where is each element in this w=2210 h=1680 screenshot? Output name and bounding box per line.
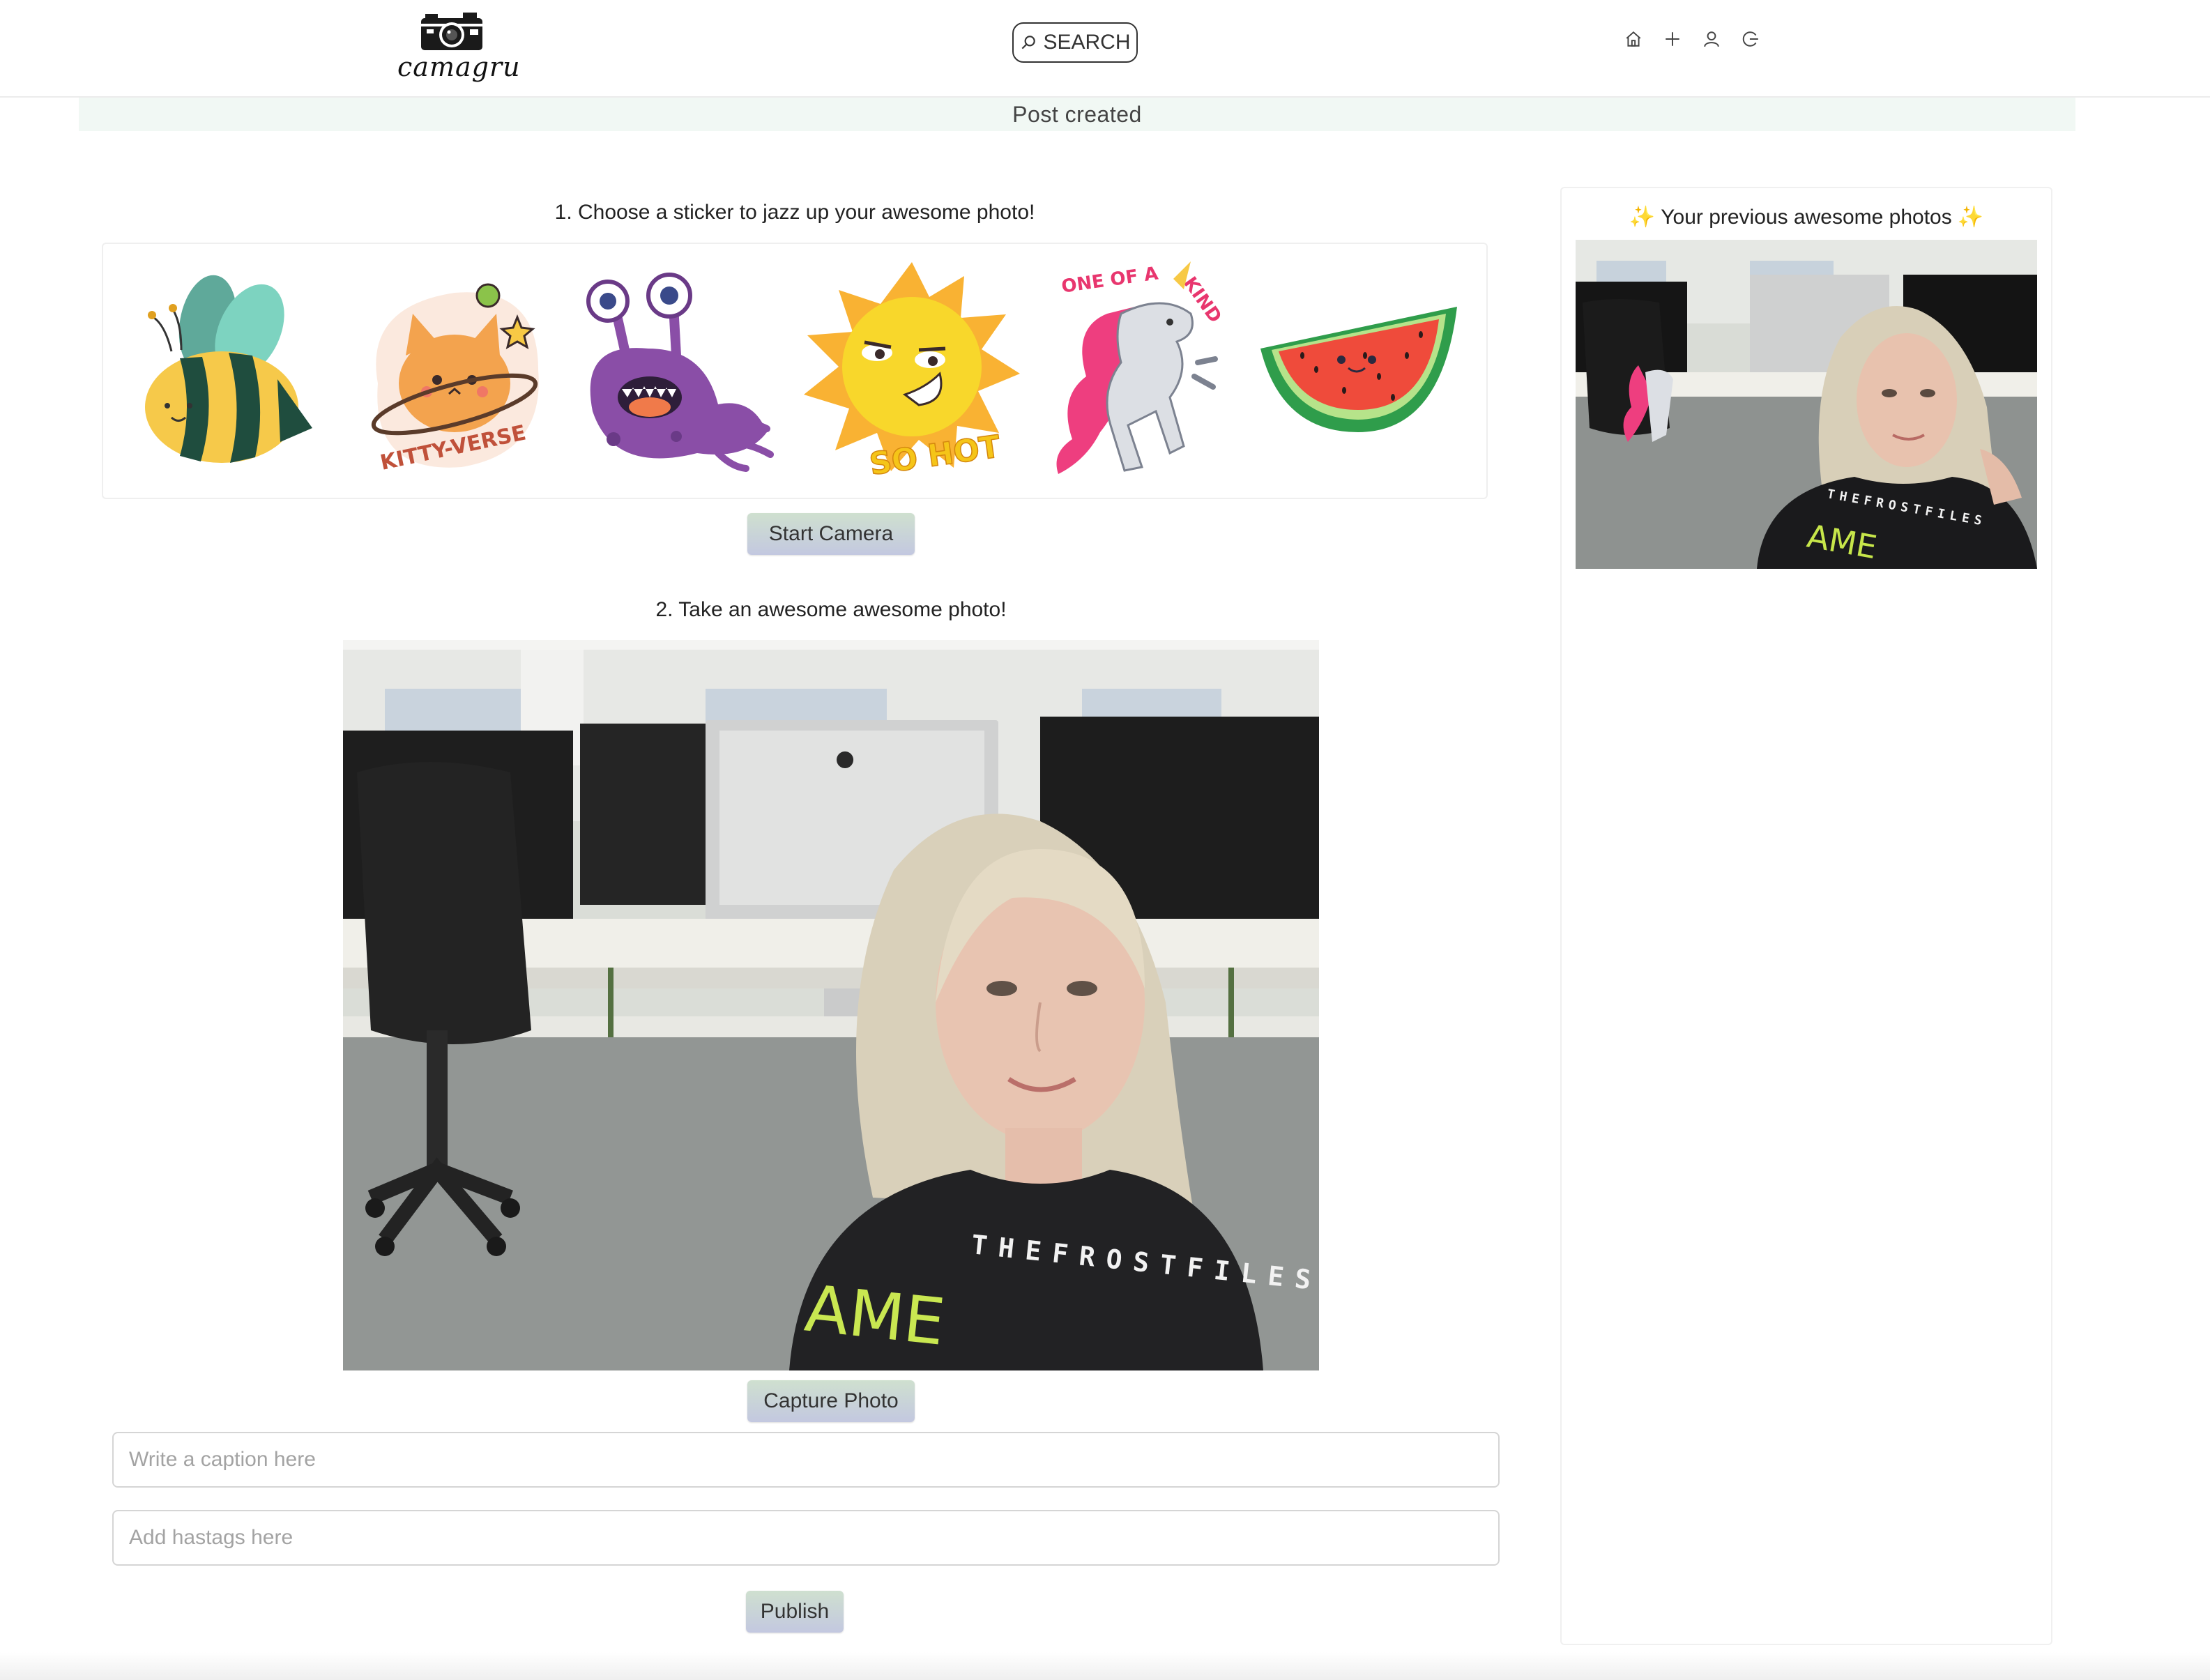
previous-photos-title: ✨ Your previous awesome photos ✨ <box>1562 205 2051 229</box>
top-navbar: camagru SEARCH <box>0 0 2210 98</box>
capture-photo-button[interactable]: Capture Photo <box>747 1380 915 1422</box>
purple-monster-sticker[interactable] <box>572 272 781 474</box>
nav-logout[interactable] <box>1740 26 1761 52</box>
watermelon-sticker[interactable] <box>1253 293 1463 460</box>
sun-so-hot-sticker[interactable]: SO HOT <box>800 262 1023 478</box>
search-icon <box>1022 36 1036 49</box>
logo-wordmark: camagru <box>397 52 521 82</box>
webcam-photo: THEFROSTFILES_ AME <box>343 640 1319 1370</box>
caption-input[interactable] <box>112 1432 1500 1488</box>
previous-photos-label: Your previous awesome photos <box>1661 205 1952 229</box>
nav-profile[interactable] <box>1701 26 1722 52</box>
hashtags-input[interactable] <box>112 1510 1500 1566</box>
nav-home[interactable] <box>1623 26 1644 52</box>
publish-button[interactable]: Publish <box>746 1591 844 1633</box>
home-icon <box>1626 31 1641 47</box>
nav-new-post[interactable] <box>1662 26 1683 52</box>
logout-icon <box>1742 31 1758 47</box>
camera-logo-icon <box>421 13 482 50</box>
sticker-picker: KITTY-VERSE SO HOT ONE OF A KIND <box>102 243 1488 499</box>
footer-shadow <box>0 1652 2210 1680</box>
unicorn-sticker[interactable]: ONE OF A KIND <box>1044 258 1233 481</box>
photo-step-title: 2. Take an awesome awesome photo! <box>655 598 1007 621</box>
start-camera-button[interactable]: Start Camera <box>747 513 915 555</box>
bee-sticker[interactable] <box>138 275 319 470</box>
sparkle-icon: ✨ <box>1957 206 1984 229</box>
sparkle-icon: ✨ <box>1629 206 1656 229</box>
nav-icons <box>1623 26 1761 52</box>
svg-text:ONE OF A: ONE OF A <box>1060 264 1160 298</box>
camera-preview: THEFROSTFILES_ AME <box>343 640 1319 1370</box>
search-button[interactable]: SEARCH <box>1012 22 1138 63</box>
search-label: SEARCH <box>1043 31 1131 54</box>
camagru-logo[interactable]: camagru <box>397 10 521 88</box>
previous-photo-thumbnail[interactable]: THEFROSTFILES AME <box>1576 240 2037 569</box>
kitty-verse-sticker[interactable]: KITTY-VERSE <box>357 265 552 474</box>
plus-icon <box>1666 32 1679 46</box>
previous-photo-image: THEFROSTFILES AME <box>1576 240 2037 569</box>
success-alert: Post created <box>79 98 2075 131</box>
previous-photos-panel: ✨ Your previous awesome photos ✨ THEFROS… <box>1560 187 2052 1645</box>
sticker-step-title: 1. Choose a sticker to jazz up your awes… <box>554 201 1035 224</box>
user-icon <box>1704 31 1719 47</box>
